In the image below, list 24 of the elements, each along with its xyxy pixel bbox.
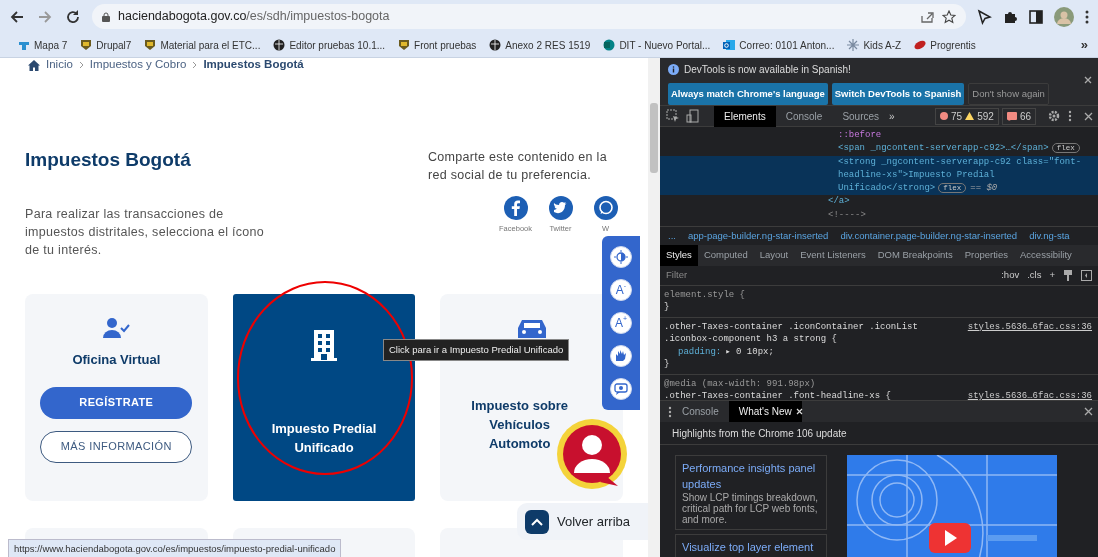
highlights-title: Highlights from the Chrome 106 update: [660, 422, 1098, 446]
tooltip: Click para ir a Impuesto Predial Unificado: [383, 339, 570, 362]
css-selector: .other-Taxes-container .font-headline-xs {: [664, 390, 891, 401]
selected-ref: == $0: [970, 183, 998, 194]
link-preview-tooltip: https://www.haciendabogota.gov.co/es/impuestos/impuesto-predial-unificado: [8, 539, 342, 557]
css-declaration: padding: ▸ 0 10px;: [677, 345, 775, 359]
share-text: Comparte este contenido en la red social de tu preferencia.: [428, 149, 608, 184]
warning-count: 592: [977, 109, 994, 124]
closing-brace: }: [664, 301, 671, 314]
closing-brace: }: [664, 358, 671, 371]
notice-text: DevTools is now available in Spanish!: [684, 63, 851, 77]
page-title: Impuestos Bogotá: [25, 148, 192, 172]
feature-description: Show LCP timings breakdown, critical path for LCP web fonts, and more.: [682, 492, 819, 526]
card-title: Impuesto sobre Vehículos Automoto: [470, 396, 570, 453]
css-selector: .other-Taxes-container .iconContainer .iconList .iconbox-component h3 a strong {: [664, 320, 919, 346]
card-title: Impuesto Predial Unificado: [270, 419, 378, 457]
css-selector: element.style {: [664, 288, 745, 302]
url-text: haciendabogota.gov.co/es/sdh/impuestos-bogota: [118, 8, 390, 26]
media-query: @media (max-width: 991.98px): [664, 377, 817, 391]
error-count: 75: [951, 109, 963, 124]
card-title: Oficina Virtual: [71, 350, 162, 369]
breadcrumb-current: Impuestos Bogotá: [203, 58, 304, 73]
issue-count: 66: [1019, 109, 1031, 124]
intro-text: Para realizar las transacciones de impuestos distritales, selecciona el ícono de tu interés.: [25, 205, 266, 259]
